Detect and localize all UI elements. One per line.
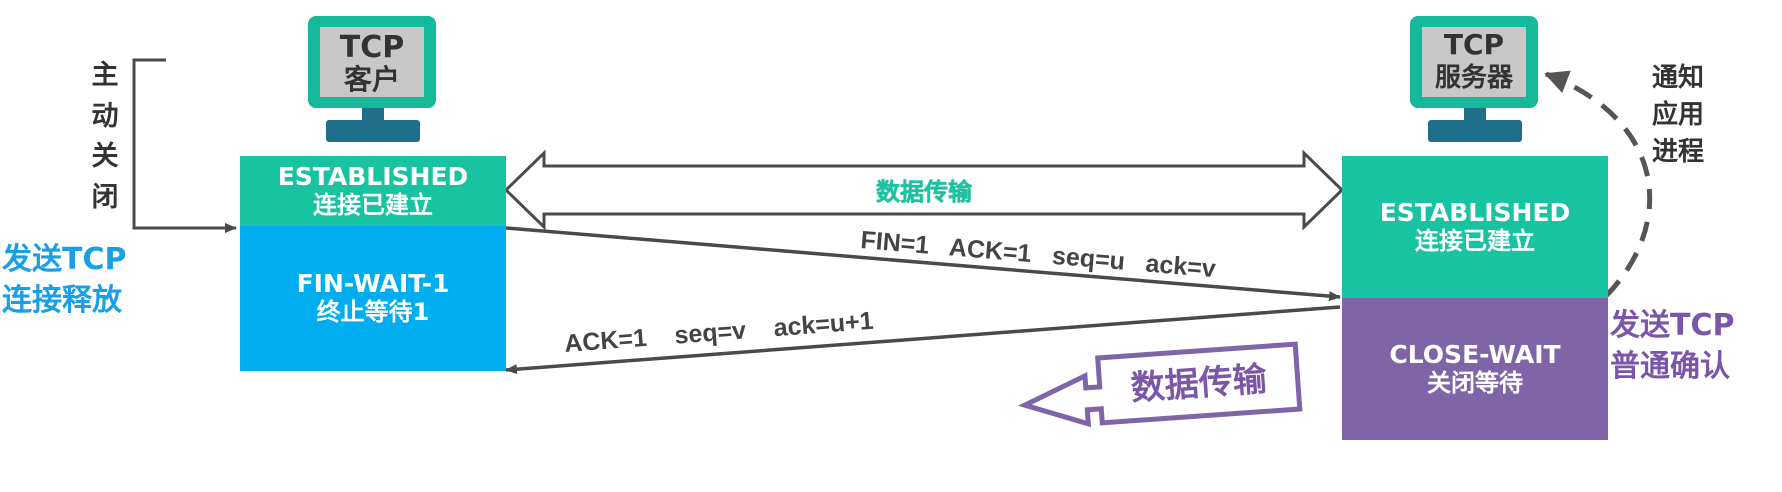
server-computer-icon: TCP 服务器 [1410,16,1538,142]
client-computer-label-2: 客户 [344,63,400,96]
server-state-close-wait: CLOSE-WAIT 关闭等待 [1342,298,1608,440]
server-established-sublabel: 连接已建立 [1415,226,1535,255]
ack-segment-label: ACK=1 seq=v ack=u+1 [563,307,874,358]
client-fin-wait-label: FIN-WAIT-1 [296,269,450,299]
client-send-label-line2: 连接释放 [2,282,122,318]
active-close-char-2: 动 [91,100,119,132]
client-computer-label-1: TCP [340,30,404,65]
tcp-close-diagram: TCP 客户 TCP 服务器 数据传输 FIN=1 ACK=1 seq=u ac… [0,0,1782,492]
server-established-label: ESTABLISHED [1379,197,1571,227]
client-send-label-line1: 发送TCP [2,242,127,277]
client-established-label: ESTABLISHED [277,161,469,191]
server-state-established: ESTABLISHED 连接已建立 [1342,156,1608,298]
fin-segment-label: FIN=1 ACK=1 seq=u ack=v [860,226,1217,283]
client-established-sublabel: 连接已建立 [313,190,433,219]
server-send-label-line2: 普通确认 [1610,348,1730,384]
server-data-transfer-arrow: 数据传输 [1017,341,1303,428]
client-computer-icon: TCP 客户 [308,16,436,142]
client-state-established: ESTABLISHED 连接已建立 [240,156,506,226]
client-fin-wait-sublabel: 终止等待1 [316,298,430,327]
notify-app-label-line2: 应用 [1652,99,1705,130]
client-state-fin-wait-1: FIN-WAIT-1 终止等待1 [240,226,506,371]
data-transfer-label: 数据传输 [876,178,972,206]
active-close-char-1: 主 [91,60,119,91]
server-computer-label-2: 服务器 [1435,63,1514,93]
notify-app-label-line3: 进程 [1652,136,1705,167]
server-send-label: 发送TCP 普通确认 [1610,306,1734,387]
active-close-label: 主 动 关 闭 [88,56,122,218]
notify-app-label-line1: 通知 [1652,63,1705,93]
active-close-char-4: 闭 [91,181,119,213]
active-close-char-3: 关 [91,141,119,172]
client-send-label: 发送TCP 连接释放 [2,240,126,321]
active-close-bracket [132,58,166,230]
server-close-wait-sublabel: 关闭等待 [1427,368,1523,397]
server-computer-label-1: TCP [1444,28,1504,61]
notify-app-label: 通知 应用 进程 [1652,60,1704,171]
server-send-label-line1: 发送TCP [1610,308,1735,343]
server-close-wait-label: CLOSE-WAIT [1389,339,1561,369]
